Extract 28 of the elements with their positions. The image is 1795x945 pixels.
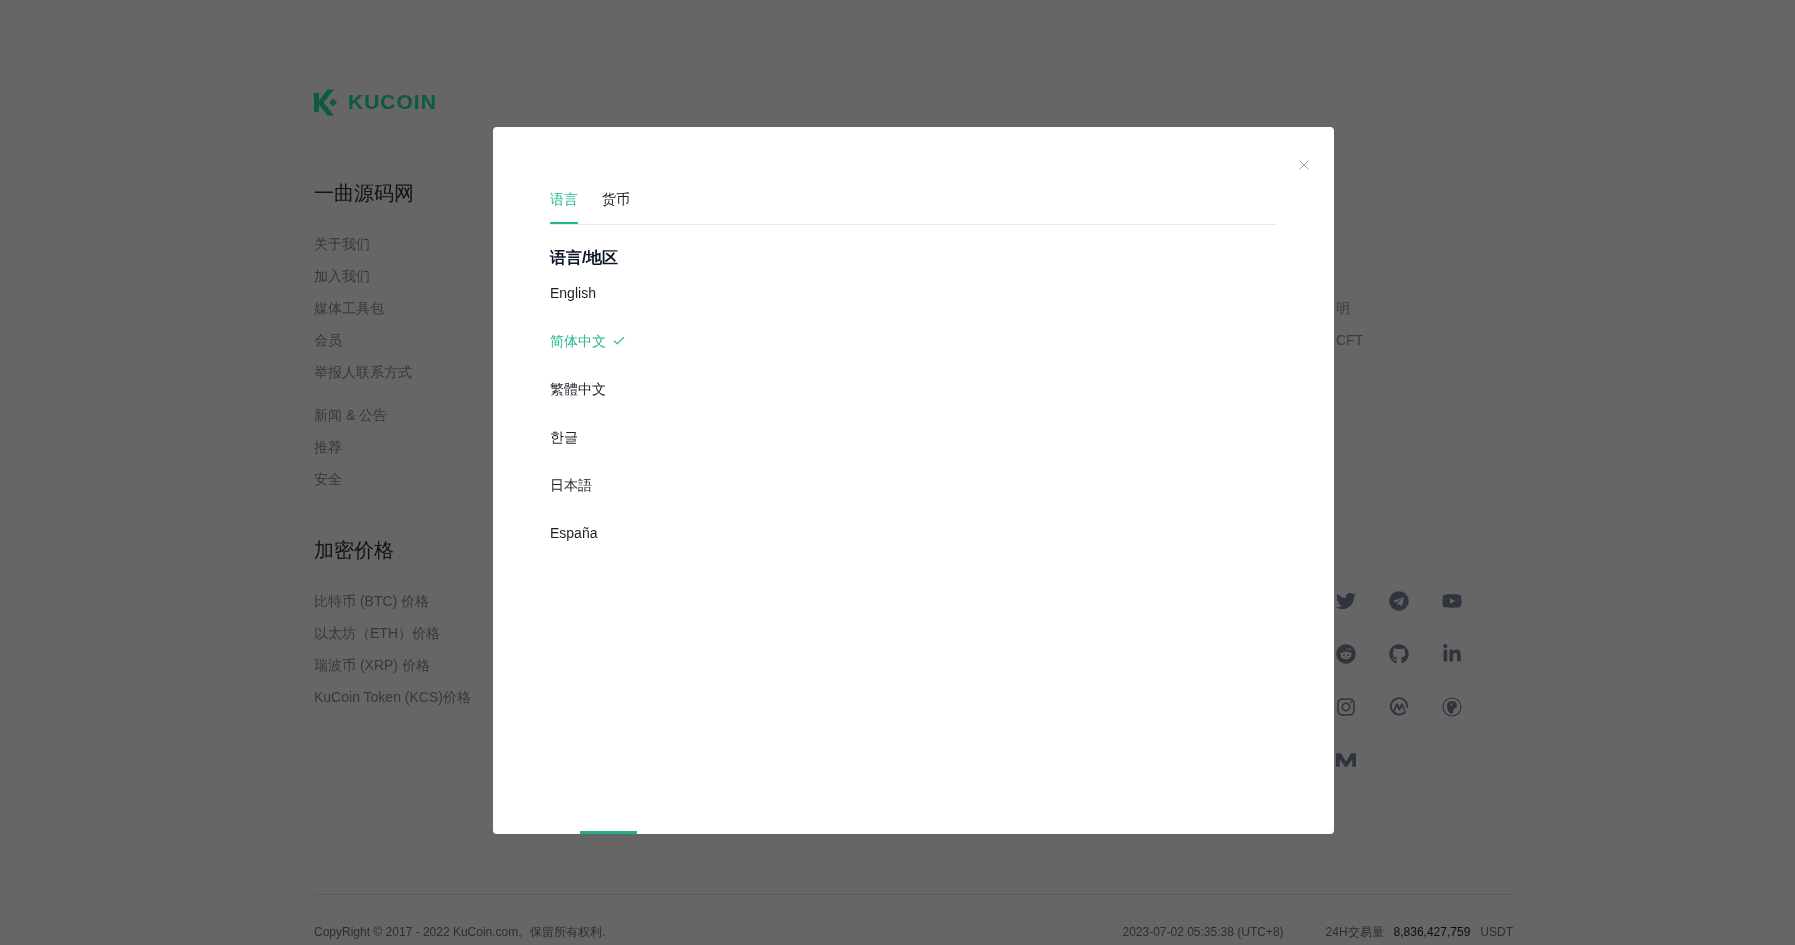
language-option[interactable]: 繁體中文 (550, 379, 606, 399)
check-icon (612, 334, 626, 348)
logo-wordmark[interactable]: KUCOIN (348, 88, 437, 116)
m-wave-icon[interactable] (1389, 697, 1409, 717)
m-logo-icon[interactable] (1336, 750, 1356, 770)
dialog-tab[interactable]: 语言 (550, 189, 578, 224)
paper-plane-icon[interactable] (1389, 591, 1409, 611)
bird-icon[interactable] (1336, 591, 1356, 611)
footer-heading: 一曲源码网 (314, 181, 414, 206)
dialog-tab[interactable]: 货币 (602, 189, 630, 224)
alien-face-icon[interactable] (1336, 644, 1356, 664)
volume-unit: USDT (1480, 924, 1513, 941)
indicator-bar (580, 831, 637, 834)
volume-value: 8,836,427,759 (1393, 924, 1471, 941)
timestamp-text: 2023-07-02 05:35:38 (UTC+8) (1122, 924, 1284, 941)
language-option[interactable]: 日本語 (550, 475, 592, 495)
section-heading: 语言/地区 (550, 248, 619, 268)
language-option[interactable]: English (550, 283, 596, 303)
octocat-icon[interactable] (1389, 644, 1409, 664)
logo-mark-icon (314, 88, 339, 116)
play-button-icon[interactable] (1442, 591, 1462, 611)
language-option[interactable]: España (550, 523, 598, 543)
language-option[interactable]: 한글 (550, 427, 578, 447)
camera-icon[interactable] (1336, 697, 1356, 717)
language-option[interactable]: 简体中文 (550, 331, 626, 351)
gecko-icon[interactable] (1442, 697, 1462, 717)
in-logo-icon[interactable] (1442, 644, 1462, 664)
footer-heading: 加密价格 (314, 538, 394, 563)
